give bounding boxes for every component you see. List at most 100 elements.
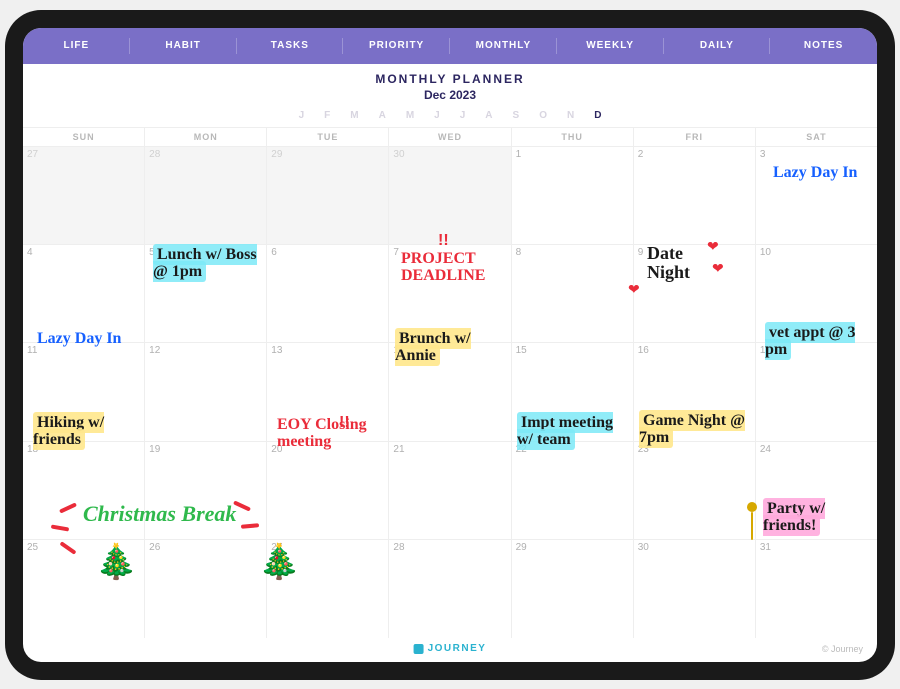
month-letter[interactable]: O bbox=[539, 110, 547, 121]
day-number: 15 bbox=[516, 345, 527, 356]
month-letter[interactable]: N bbox=[567, 110, 574, 121]
day-cell[interactable]: 1 bbox=[512, 146, 634, 244]
day-number: 21 bbox=[393, 444, 404, 455]
day-number: 4 bbox=[27, 247, 33, 258]
tab-notes[interactable]: NOTES bbox=[770, 28, 877, 64]
day-number: 16 bbox=[638, 345, 649, 356]
page-subtitle: Dec 2023 bbox=[23, 88, 877, 102]
day-cell[interactable]: 3 bbox=[756, 146, 877, 244]
note-game-night[interactable]: Game Night @ 7pm bbox=[639, 412, 753, 447]
day-cell[interactable]: 27 bbox=[267, 539, 389, 637]
day-cell[interactable]: 20 bbox=[267, 441, 389, 539]
note-lazy-sat3[interactable]: Lazy Day In bbox=[773, 164, 873, 182]
note-impt-meeting[interactable]: Impt meeting w/ team bbox=[517, 414, 631, 449]
day-number: 26 bbox=[149, 542, 160, 553]
note-lazy-sun11[interactable]: Lazy Day In bbox=[37, 330, 137, 348]
day-cell[interactable]: 26 bbox=[145, 539, 267, 637]
tablet-frame: LIFE HABIT TASKS PRIORITY MONTHLY WEEKLY… bbox=[5, 10, 895, 680]
note-lunch-boss[interactable]: Lunch w/ Boss @ 1pm bbox=[153, 246, 263, 281]
nav-tabs: LIFE HABIT TASKS PRIORITY MONTHLY WEEKLY… bbox=[23, 28, 877, 64]
day-cell[interactable]: 27 bbox=[23, 146, 145, 244]
day-number: 11 bbox=[27, 345, 37, 356]
month-letter[interactable]: J bbox=[460, 110, 466, 121]
day-cell[interactable]: 30 bbox=[634, 539, 756, 637]
note-party[interactable]: Party w/ friends! bbox=[763, 500, 873, 535]
day-number: 24 bbox=[760, 444, 771, 455]
day-cell[interactable]: 22 bbox=[512, 441, 634, 539]
dow-label: FRI bbox=[634, 128, 756, 146]
month-letter[interactable]: S bbox=[513, 110, 520, 121]
note-xmas-break[interactable]: Christmas Break bbox=[83, 502, 283, 526]
note-date-night[interactable]: Date Night bbox=[647, 244, 727, 284]
month-letter[interactable]: A bbox=[485, 110, 492, 121]
tab-habit[interactable]: HABIT bbox=[130, 28, 237, 64]
day-cell[interactable]: 23 bbox=[634, 441, 756, 539]
dow-label: TUE bbox=[267, 128, 389, 146]
week-row: 25 26 27 28 29 30 31 bbox=[23, 539, 877, 637]
day-cell[interactable]: 31 bbox=[756, 539, 877, 637]
footer: JOURNEY © Journey bbox=[23, 638, 877, 662]
day-number: 29 bbox=[516, 542, 527, 553]
week-row: 27 28 29 30 1 2 3 bbox=[23, 146, 877, 244]
day-cell[interactable]: 8 bbox=[512, 244, 634, 342]
month-letter[interactable]: A bbox=[379, 110, 386, 121]
month-letter[interactable]: D bbox=[594, 110, 601, 121]
day-cell[interactable]: 12 bbox=[145, 342, 267, 440]
note-brunch-annie[interactable]: Brunch w/ Annie bbox=[395, 330, 513, 365]
dow-label: MON bbox=[145, 128, 267, 146]
day-number: 27 bbox=[27, 149, 38, 160]
day-number: 30 bbox=[638, 542, 649, 553]
screen: LIFE HABIT TASKS PRIORITY MONTHLY WEEKLY… bbox=[23, 28, 877, 662]
month-letter[interactable]: J bbox=[299, 110, 305, 121]
day-cell[interactable]: 28 bbox=[389, 539, 511, 637]
note-eoy[interactable]: EOY Closing meeting bbox=[277, 416, 387, 451]
day-cell[interactable]: 29 bbox=[267, 146, 389, 244]
brand-logo[interactable]: JOURNEY bbox=[414, 643, 487, 654]
copyright: © Journey bbox=[822, 644, 863, 654]
day-number: 19 bbox=[149, 444, 160, 455]
day-number: 29 bbox=[271, 149, 282, 160]
month-letter[interactable]: J bbox=[434, 110, 440, 121]
brand-text: JOURNEY bbox=[428, 643, 487, 654]
day-number: 28 bbox=[393, 542, 404, 553]
day-number: 27 bbox=[271, 542, 282, 553]
day-cell[interactable]: 2 bbox=[634, 146, 756, 244]
month-letter[interactable]: M bbox=[406, 110, 414, 121]
tab-daily[interactable]: DAILY bbox=[664, 28, 771, 64]
page-title: MONTHLY PLANNER bbox=[23, 72, 877, 86]
day-number: 30 bbox=[393, 149, 404, 160]
day-cell[interactable]: 4 bbox=[23, 244, 145, 342]
day-cell[interactable]: 30 bbox=[389, 146, 511, 244]
tab-weekly[interactable]: WEEKLY bbox=[557, 28, 664, 64]
note-project-deadline[interactable]: PROJECT DEADLINE bbox=[401, 250, 521, 285]
day-number: 28 bbox=[149, 149, 160, 160]
month-strip: JFMAMJJASOND bbox=[23, 106, 877, 127]
day-cell[interactable]: 29 bbox=[512, 539, 634, 637]
day-number: 25 bbox=[27, 542, 38, 553]
day-number: 12 bbox=[149, 345, 160, 356]
day-number: 7 bbox=[393, 247, 399, 258]
day-number: 3 bbox=[760, 149, 766, 160]
tab-monthly[interactable]: MONTHLY bbox=[450, 28, 557, 64]
day-number: 13 bbox=[271, 345, 282, 356]
day-cell[interactable]: 21 bbox=[389, 441, 511, 539]
day-number: 2 bbox=[638, 149, 644, 160]
tab-priority[interactable]: PRIORITY bbox=[343, 28, 450, 64]
day-cell[interactable]: 28 bbox=[145, 146, 267, 244]
tab-tasks[interactable]: TASKS bbox=[237, 28, 344, 64]
day-number: 31 bbox=[760, 542, 771, 553]
calendar-grid[interactable]: 2728293012345678910111213141516171819202… bbox=[23, 146, 877, 638]
note-hiking[interactable]: Hiking w/ friends bbox=[33, 414, 145, 449]
month-letter[interactable]: M bbox=[350, 110, 358, 121]
day-cell[interactable]: 25 bbox=[23, 539, 145, 637]
dow-label: WED bbox=[389, 128, 511, 146]
dow-label: SUN bbox=[23, 128, 145, 146]
tab-life[interactable]: LIFE bbox=[23, 28, 130, 64]
day-number: 6 bbox=[271, 247, 277, 258]
day-number: 10 bbox=[760, 247, 771, 258]
day-number: 1 bbox=[516, 149, 522, 160]
day-cell[interactable]: 6 bbox=[267, 244, 389, 342]
note-vet-appt[interactable]: vet appt @ 3 pm bbox=[765, 324, 875, 359]
brand-icon bbox=[414, 644, 424, 654]
month-letter[interactable]: F bbox=[324, 110, 330, 121]
